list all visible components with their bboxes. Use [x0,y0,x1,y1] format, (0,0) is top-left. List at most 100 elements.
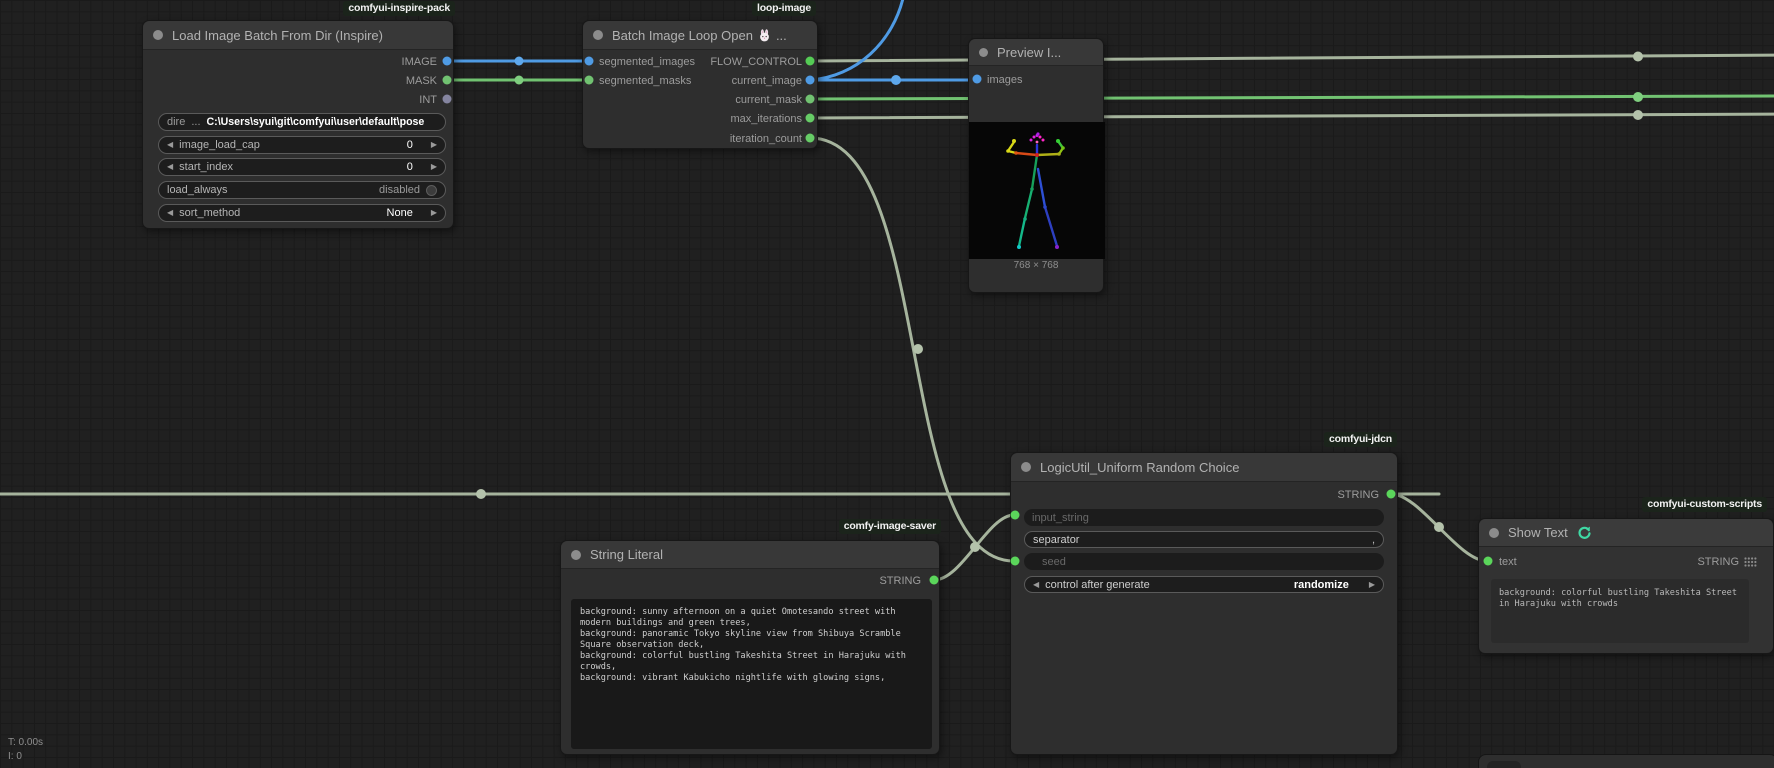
wire-dot [1633,92,1643,102]
input-label-segmented-masks: segmented_masks [599,74,691,88]
wire-dot [1633,110,1643,120]
widget-control-after-generate[interactable]: ◀ control after generate randomize ▶ [1024,576,1384,593]
port-in-segmented-images[interactable] [585,57,594,66]
node-load-image-batch[interactable]: Load Image Batch From Dir (Inspire) IMAG… [142,20,454,229]
step-right-icon[interactable]: ▶ [431,204,437,222]
node-title-bar[interactable]: Preview I... [969,39,1103,66]
preview-image [969,122,1105,259]
step-right-icon[interactable]: ▶ [1369,576,1375,594]
port-out-iteration-count[interactable] [806,134,815,143]
widget-directory[interactable]: dire ... C:\Users\syui\git\comfyui\user\… [158,113,446,131]
step-left-icon[interactable]: ◀ [167,136,173,154]
widget-sort-method[interactable]: ◀ sort_method None ▶ [158,204,446,222]
input-widget-input-string[interactable]: input_string [1024,509,1384,526]
node-graph-canvas[interactable]: comfyui-inspire-pack loop-image comfyui-… [0,0,1774,768]
input-label: input_string [1032,512,1089,524]
output-label-current-image: current_image [732,74,802,88]
refresh-icon [1577,525,1592,540]
widget-image-load-cap[interactable]: ◀ image_load_cap 0 ▶ [158,136,446,154]
show-text-output-widget[interactable]: background: colorful bustling Takeshita … [1491,579,1749,643]
node-batch-image-loop[interactable]: Batch Image Loop Open ... segmented_imag… [582,20,818,149]
node-title: Show Text [1508,525,1568,540]
widget-value: 0 [407,139,413,151]
output-label-string: STRING [1697,555,1739,569]
output-label-string: STRING [1337,488,1379,502]
widget-label: load_always [167,184,228,196]
wire-current-mask-right [810,96,1774,99]
widget-label: sort_method [179,207,240,219]
widget-value: randomize [1294,579,1349,591]
port-out-flow-control[interactable] [806,57,815,66]
wire-max-iterations-right [810,114,1774,118]
port-in-seed[interactable] [1011,557,1020,566]
port-out-int[interactable] [443,95,452,104]
wire-flow-control-right [810,55,1774,61]
port-in-segmented-masks[interactable] [585,76,594,85]
node-title: Batch Image Loop Open [612,28,753,43]
output-label-image: IMAGE [402,55,437,69]
collapse-dot-icon[interactable] [1021,462,1031,472]
openpose-skeleton [969,122,1105,259]
port-out-current-mask[interactable] [806,95,815,104]
port-out-logicutil-string[interactable] [1387,490,1396,499]
toggle-knob-icon[interactable] [426,185,437,196]
node-title-suffix: ... [776,28,787,43]
wire-dot [1633,52,1643,62]
output-label-string: STRING [879,574,921,588]
widget-start-index[interactable]: ◀ start_index 0 ▶ [158,158,446,176]
badge-inspire-pack: comfyui-inspire-pack [343,1,455,16]
output-label-mask: MASK [406,74,437,88]
widget-ellipsis: ... [191,116,200,128]
port-in-images[interactable] [973,75,982,84]
port-out-string-literal[interactable] [930,576,939,585]
string-text-widget[interactable]: background: sunny afternoon on a quiet O… [571,599,932,749]
node-show-text[interactable]: Show Text text STRING background: colorf… [1478,518,1774,654]
collapse-dot-icon[interactable] [571,550,581,560]
output-label-iteration-count: iteration_count [730,132,802,146]
node-title-bar[interactable]: LogicUtil_Uniform Random Choice [1011,453,1397,482]
node-title: Preview I... [997,45,1061,60]
step-left-icon[interactable]: ◀ [1033,576,1039,594]
node-title: LogicUtil_Uniform Random Choice [1040,460,1239,475]
node-string-literal[interactable]: String Literal STRING background: sunny … [560,540,940,755]
step-left-icon[interactable]: ◀ [167,204,173,222]
widget-label: separator [1033,534,1079,546]
badge-comfy-image-saver: comfy-image-saver [839,519,941,534]
node-preview-image[interactable]: Preview I... images [968,38,1104,293]
widget-label: dire [167,116,185,128]
node-logicutil-random-choice[interactable]: LogicUtil_Uniform Random Choice STRING i… [1010,452,1398,755]
node-title-bar[interactable]: Show Text [1479,519,1773,547]
step-right-icon[interactable]: ▶ [431,136,437,154]
step-left-icon[interactable]: ◀ [167,158,173,176]
widget-separator[interactable]: separator , [1024,531,1384,548]
grid-icon[interactable] [1744,557,1757,567]
node-title: String Literal [590,547,663,562]
node-title-bar[interactable]: String Literal [561,541,939,569]
collapse-dot-icon[interactable] [153,30,163,40]
collapse-dot-icon[interactable] [979,48,988,57]
widget-load-always[interactable]: load_always disabled [158,181,446,199]
port-out-current-image[interactable] [806,76,815,85]
port-in-input-string[interactable] [1011,511,1020,520]
collapse-dot-icon[interactable] [593,30,603,40]
port-out-max-iterations[interactable] [806,114,815,123]
wire-current-image-up [810,0,904,80]
node-title-bar[interactable]: Load Image Batch From Dir (Inspire) [143,21,453,50]
widget-value: 0 [407,161,413,173]
badge-loop-image: loop-image [752,1,816,16]
step-right-icon[interactable]: ▶ [431,158,437,176]
badge-custom-scripts: comfyui-custom-scripts [1642,497,1767,512]
output-label-max-iterations: max_iterations [730,112,802,126]
input-widget-seed[interactable]: seed [1024,553,1384,570]
widget-label: image_load_cap [179,139,260,151]
port-out-image[interactable] [443,57,452,66]
wire-dot [913,344,923,354]
port-out-mask[interactable] [443,76,452,85]
wire-dot [515,76,524,85]
wire-dot [891,75,901,85]
collapse-dot-icon[interactable] [1489,528,1499,538]
node-title-bar[interactable]: Batch Image Loop Open ... [583,21,817,50]
widget-value: C:\Users\syui\git\comfyui\user\default\p… [207,116,425,128]
node-partial-bottom-right[interactable] [1478,754,1774,768]
port-in-show-text[interactable] [1484,557,1493,566]
